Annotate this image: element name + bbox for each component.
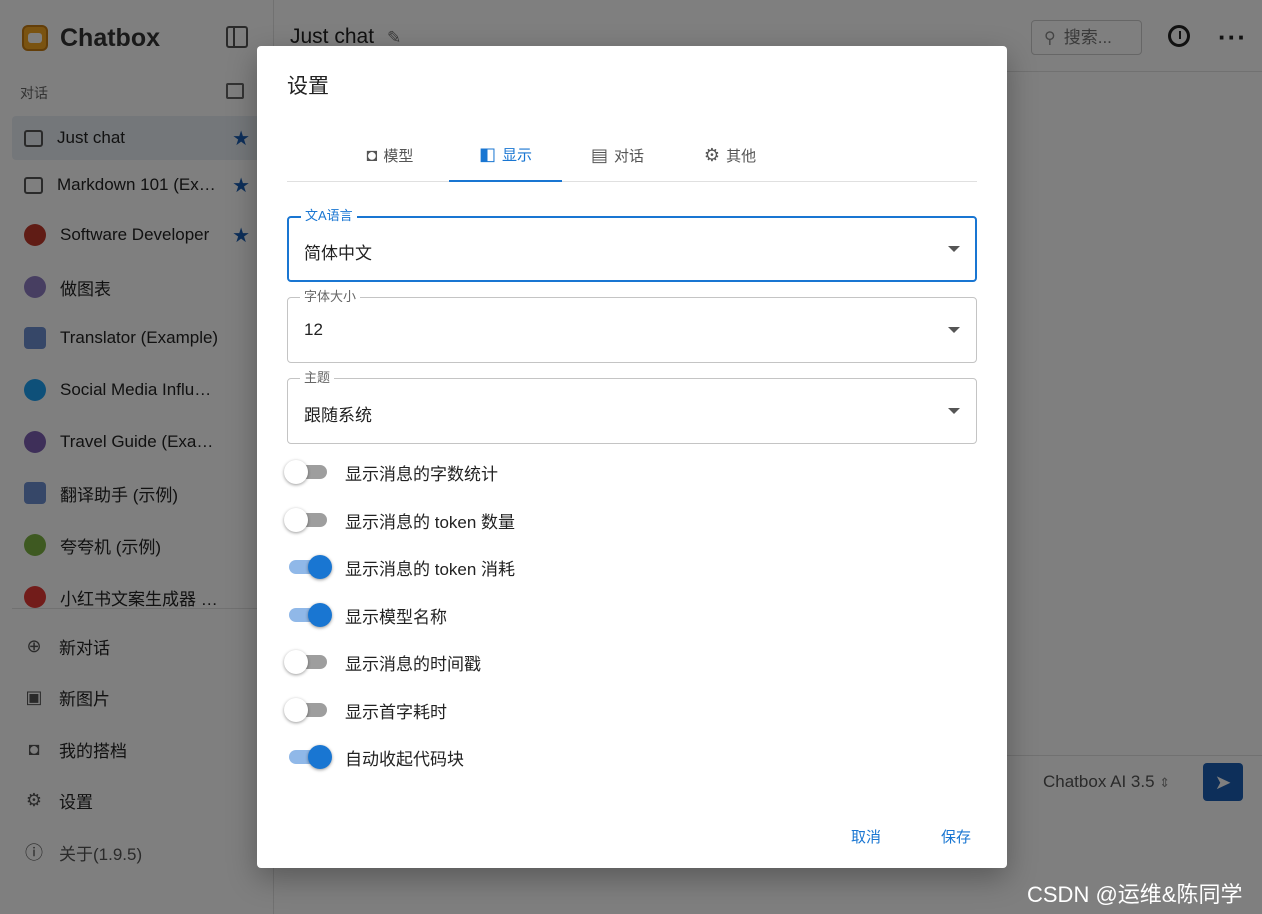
font-size-value: 12 bbox=[304, 320, 323, 339]
switch-row-word-count: 显示消息的字数统计 bbox=[284, 455, 498, 489]
word-count-switch[interactable] bbox=[284, 455, 332, 489]
language-select[interactable]: 文A语言 简体中文 bbox=[287, 208, 977, 282]
switch-row-first-token: 显示首字耗时 bbox=[284, 693, 447, 727]
switch-label: 显示模型名称 bbox=[345, 607, 447, 627]
switch-row-model-name: 显示模型名称 bbox=[284, 598, 447, 632]
collapse-code-switch[interactable] bbox=[284, 740, 332, 774]
switch-row-token-count: 显示消息的 token 数量 bbox=[284, 503, 515, 537]
switch-row-token-usage: 显示消息的 token 消耗 bbox=[284, 550, 515, 584]
dialog-title: 设置 bbox=[287, 75, 329, 98]
tab-label: 显示 bbox=[502, 146, 533, 164]
dropdown-arrow-icon bbox=[948, 246, 960, 252]
tab-other[interactable]: ⚙ 其他 bbox=[673, 128, 787, 182]
switch-label: 自动收起代码块 bbox=[345, 749, 464, 769]
theme-select[interactable]: 主题 跟随系统 bbox=[287, 370, 977, 444]
tab-chat[interactable]: ▤ 对话 bbox=[561, 128, 674, 182]
save-button[interactable]: 保存 bbox=[941, 826, 971, 847]
font-size-label: 字体大小 bbox=[300, 289, 361, 305]
switch-label: 显示首字耗时 bbox=[345, 702, 447, 722]
tab-label: 其他 bbox=[726, 147, 757, 165]
tab-display[interactable]: ◧ 显示 bbox=[449, 128, 562, 182]
model-name-switch[interactable] bbox=[284, 598, 332, 632]
token-count-switch[interactable] bbox=[284, 503, 332, 537]
switch-label: 显示消息的字数统计 bbox=[345, 464, 498, 484]
tab-model[interactable]: ◘ 模型 bbox=[333, 128, 447, 182]
switch-label: 显示消息的 token 数量 bbox=[345, 512, 516, 532]
first-token-time-switch[interactable] bbox=[284, 693, 332, 727]
tab-label: 模型 bbox=[383, 147, 414, 165]
message-icon: ▤ bbox=[590, 144, 608, 165]
settings-dialog: 设置 ◘ 模型 ◧ 显示 ▤ 对话 ⚙ 其他 文A语言 简体中文 字体大小 12… bbox=[257, 46, 1007, 868]
language-value: 简体中文 bbox=[304, 244, 372, 263]
tab-label: 对话 bbox=[614, 147, 645, 165]
language-label: 文A语言 bbox=[301, 208, 357, 224]
theme-value: 跟随系统 bbox=[304, 406, 372, 425]
dropdown-arrow-icon bbox=[948, 327, 960, 333]
display-icon: ◧ bbox=[478, 143, 496, 164]
theme-label: 主题 bbox=[300, 370, 335, 386]
switch-label: 显示消息的 token 消耗 bbox=[345, 559, 516, 579]
gear-icon: ⚙ bbox=[703, 144, 721, 165]
switch-row-collapse-code: 自动收起代码块 bbox=[284, 740, 464, 774]
settings-tabs: ◘ 模型 ◧ 显示 ▤ 对话 ⚙ 其他 bbox=[287, 128, 977, 182]
cancel-button[interactable]: 取消 bbox=[851, 826, 881, 847]
watermark: CSDN @运维&陈同学 bbox=[1027, 882, 1243, 907]
switch-row-timestamp: 显示消息的时间戳 bbox=[284, 645, 481, 679]
robot-icon: ◘ bbox=[366, 144, 378, 165]
font-size-select[interactable]: 字体大小 12 bbox=[287, 289, 977, 363]
dropdown-arrow-icon bbox=[948, 408, 960, 414]
token-usage-switch[interactable] bbox=[284, 550, 332, 584]
timestamp-switch[interactable] bbox=[284, 645, 332, 679]
switch-label: 显示消息的时间戳 bbox=[345, 654, 481, 674]
